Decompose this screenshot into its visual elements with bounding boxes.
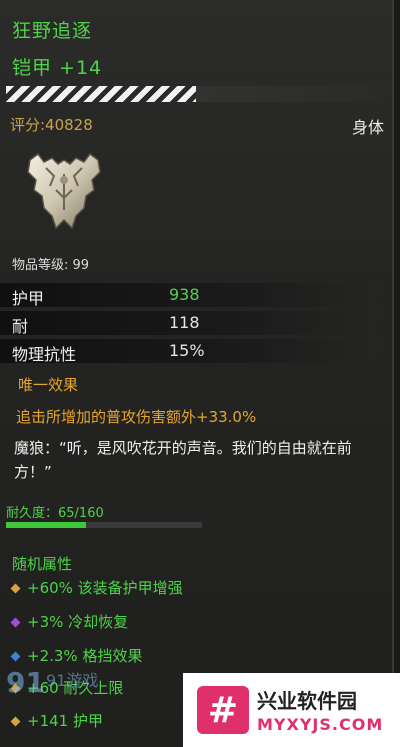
item-name: 狂野追逐 bbox=[12, 20, 93, 42]
watermark-site-logo: # 兴业软件园 MYXYJS.COM bbox=[183, 673, 400, 747]
stat-value: 938 bbox=[169, 285, 200, 304]
stat-label: 物理抗性 bbox=[12, 345, 77, 364]
item-type: 铠甲 +14 bbox=[12, 57, 103, 79]
diamond-gem-icon bbox=[10, 651, 21, 662]
attribute-text: +141 护甲 bbox=[27, 712, 103, 730]
shoulder-armor-icon bbox=[22, 150, 106, 232]
hash-logo-icon: # bbox=[197, 686, 249, 734]
random-attributes-title: 随机属性 bbox=[12, 555, 73, 573]
svg-text:91: 91 bbox=[6, 666, 45, 699]
stat-label: 护甲 bbox=[12, 289, 45, 308]
item-score: 评分:40828 bbox=[10, 116, 93, 134]
stat-row-physical-resist: 物理抗性 15% bbox=[0, 336, 385, 366]
unique-effect-desc: 追击所增加的普攻伤害额外+33.0% bbox=[16, 408, 257, 426]
durability-bar bbox=[6, 522, 202, 528]
stat-value: 15% bbox=[169, 341, 205, 360]
item-tooltip-panel: 狂野追逐 铠甲 +14 评分:40828 身体 物品等级: 99 护甲 938 bbox=[0, 0, 394, 747]
svg-text:91游戏: 91游戏 bbox=[46, 671, 98, 690]
durability-bar-fill bbox=[6, 522, 86, 528]
random-attribute: +3% 冷却恢复 bbox=[10, 611, 129, 632]
watermark-url: MYXYJS.COM bbox=[257, 715, 384, 734]
upgrade-gauge bbox=[6, 86, 386, 102]
flavor-quote: 魔狼：“听，是风吹花开的声音。我们的自由就在前方！” bbox=[14, 439, 352, 481]
attribute-text: +60% 该装备护甲增强 bbox=[27, 579, 183, 597]
item-level: 物品等级: 99 bbox=[12, 258, 90, 273]
random-attribute: +141 护甲 bbox=[10, 710, 103, 731]
random-attribute: +60% 该装备护甲增强 bbox=[10, 577, 183, 598]
stat-row-stamina: 耐 118 bbox=[0, 308, 385, 338]
score-row: 评分:40828 身体 bbox=[10, 114, 384, 137]
watermark-91-logo: 91 91游戏 bbox=[0, 662, 100, 702]
diamond-gem-icon bbox=[10, 583, 21, 594]
item-slot: 身体 bbox=[351, 118, 384, 137]
durability-label: 耐久度：65/160 bbox=[6, 506, 104, 521]
stat-row-armor: 护甲 938 bbox=[0, 280, 385, 310]
stat-value: 118 bbox=[169, 313, 200, 332]
stat-label: 耐 bbox=[12, 317, 29, 336]
watermark-title: 兴业软件园 bbox=[257, 689, 357, 713]
upgrade-gauge-fill bbox=[6, 86, 196, 102]
attribute-text: +3% 冷却恢复 bbox=[27, 613, 129, 631]
unique-effect-title: 唯一效果 bbox=[18, 376, 79, 394]
diamond-gem-icon bbox=[10, 716, 21, 727]
diamond-gem-icon bbox=[10, 617, 21, 628]
